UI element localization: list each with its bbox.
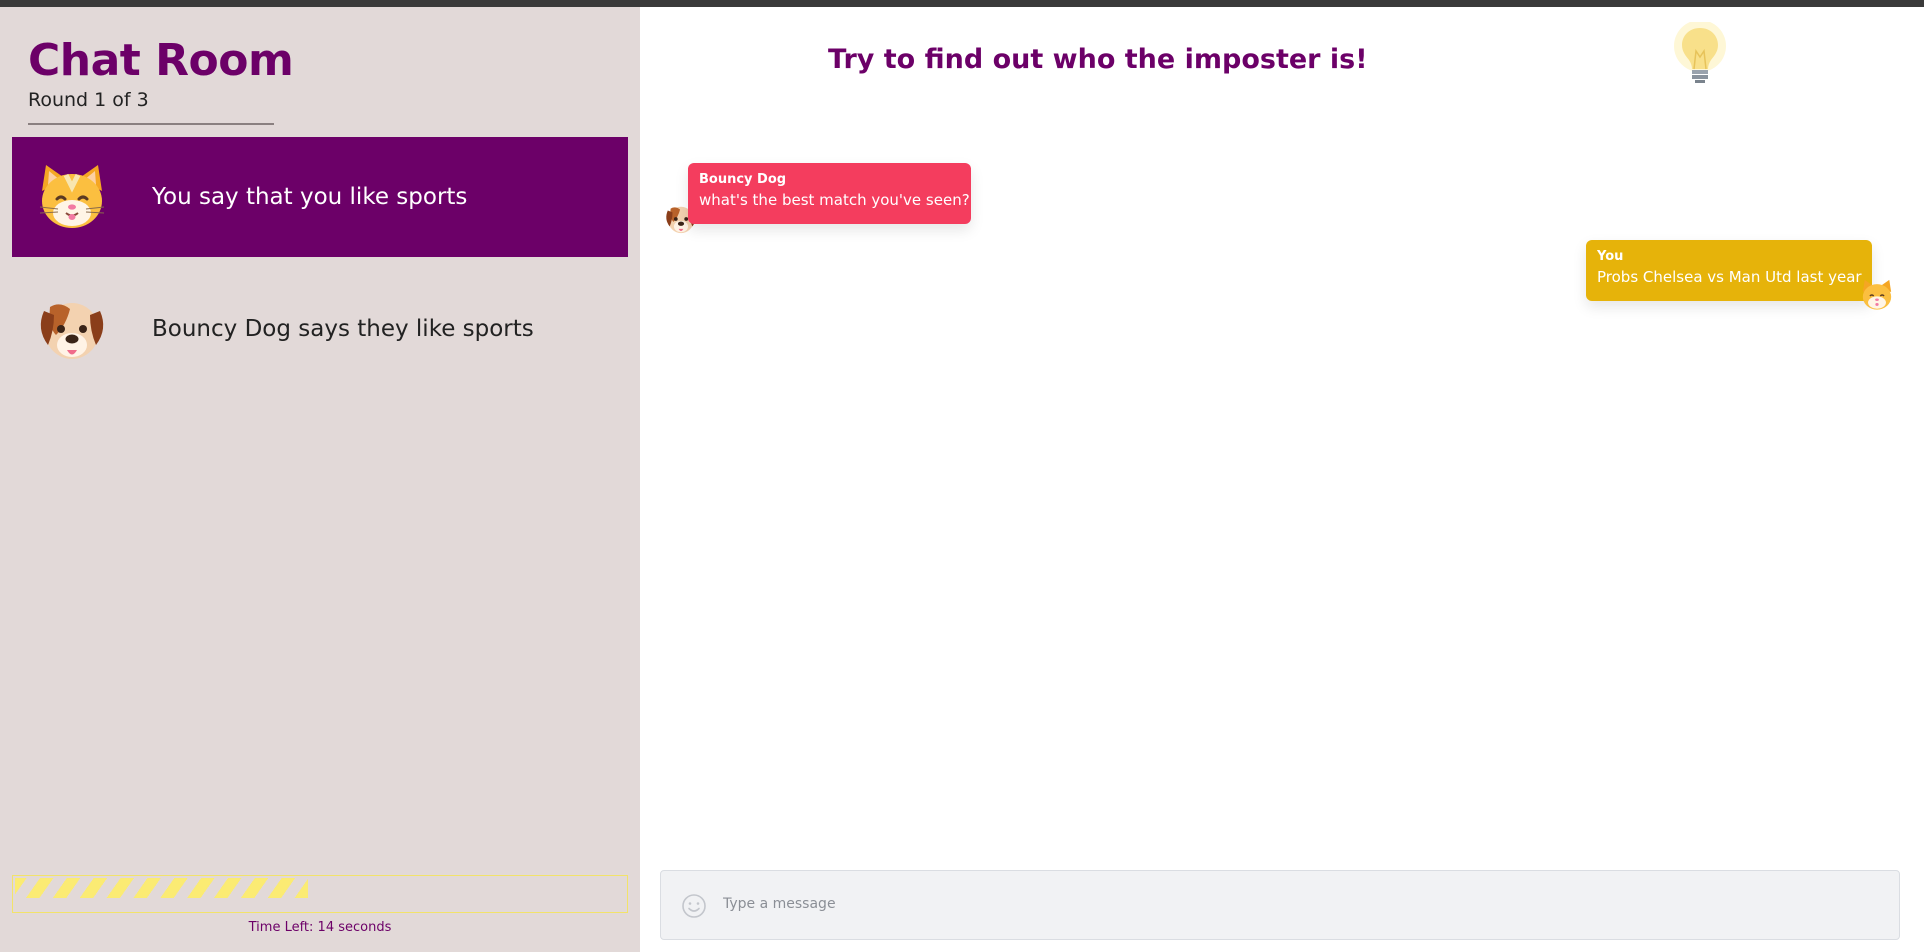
player-card-you[interactable]: You say that you like sports [12, 137, 628, 257]
player-card-bouncy-dog[interactable]: Bouncy Dog says they like sports [12, 269, 628, 389]
chat-headline: Try to find out who the imposter is! [828, 44, 1368, 75]
message-sender: You [1597, 249, 1624, 264]
round-indicator: Round 1 of 3 [28, 89, 149, 111]
lightbulb-icon[interactable] [1670, 22, 1730, 86]
timer-progress-fill [15, 878, 308, 898]
page-title: Chat Room [28, 35, 294, 86]
window-top-bar [0, 0, 1924, 7]
message-input[interactable] [723, 889, 1873, 919]
title-divider [28, 123, 274, 125]
message-composer [660, 870, 1900, 940]
player-claim: Bouncy Dog says they like sports [152, 316, 534, 342]
message-text: Probs Chelsea vs Man Utd last year [1597, 268, 1862, 286]
sidebar: Chat Room Round 1 of 3 You say that you … [0, 7, 640, 952]
chat-message-sent: You Probs Chelsea vs Man Utd last year [1586, 240, 1872, 301]
message-text: what's the best match you've seen? [699, 191, 970, 209]
dog-face-icon [40, 303, 104, 359]
chat-message-received: Bouncy Dog what's the best match you've … [688, 163, 971, 224]
cat-face-icon [1862, 279, 1892, 310]
smiley-icon[interactable] [681, 893, 707, 919]
cat-face-icon [39, 165, 105, 228]
timer-label: Time Left: 14 seconds [248, 920, 392, 935]
timer-progress-bar [12, 875, 628, 913]
player-claim: You say that you like sports [152, 184, 468, 210]
message-sender: Bouncy Dog [699, 172, 787, 187]
